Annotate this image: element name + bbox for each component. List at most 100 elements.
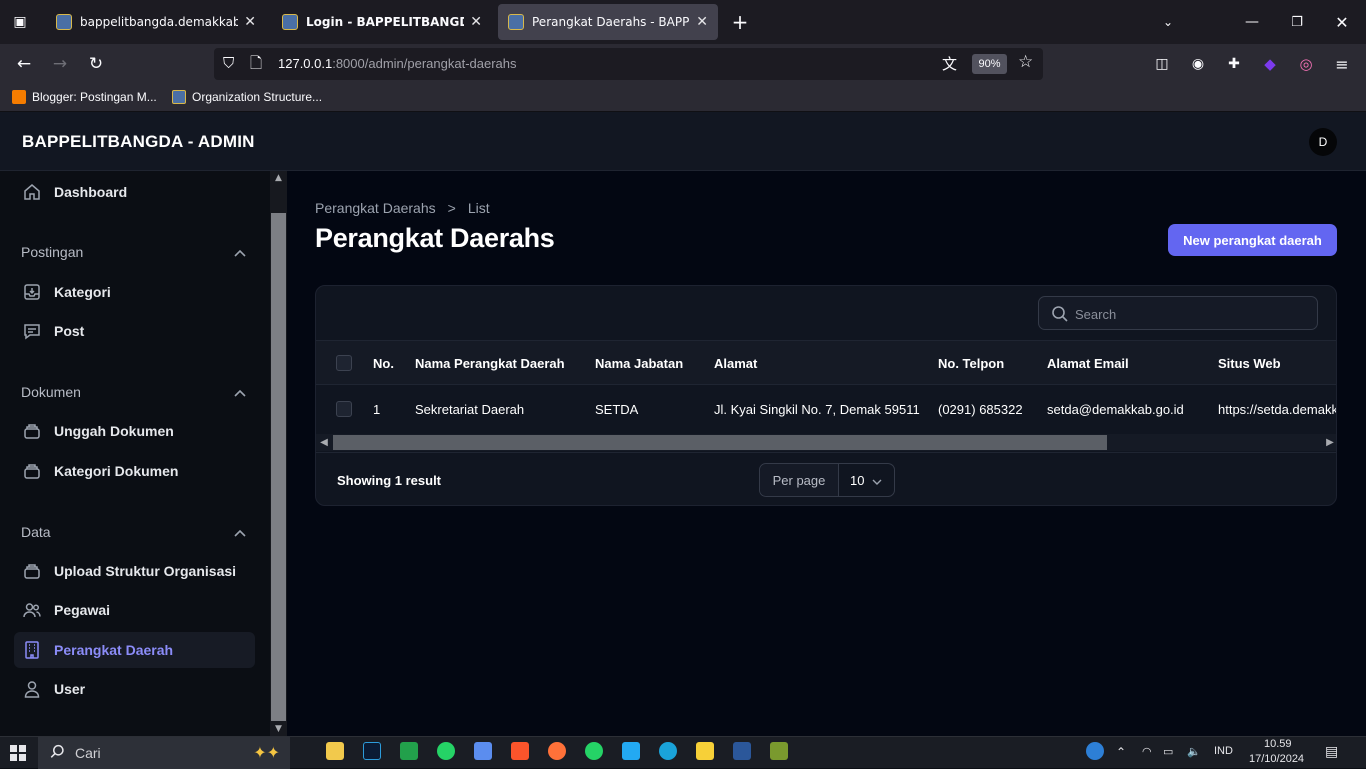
column-header-situs-web[interactable]: Situs Web [1218, 356, 1281, 371]
vscode-icon[interactable] [622, 742, 640, 760]
notifications-icon[interactable]: ▤ [1325, 743, 1338, 760]
translate-icon[interactable]: 文 [942, 53, 957, 74]
close-tab-icon[interactable]: ✕ [244, 14, 256, 30]
sidebar-scrollbar[interactable]: ▲ ▼ [270, 171, 287, 736]
scroll-down-arrow-icon[interactable]: ▼ [270, 722, 287, 736]
firefox-icon[interactable] [548, 742, 566, 760]
sidebar-item-kategori[interactable]: Kategori [14, 274, 255, 310]
clock-time[interactable]: 10.59 [1264, 738, 1292, 750]
extensions-icon[interactable]: ✚ [1222, 52, 1246, 76]
scroll-left-arrow-icon[interactable]: ◀ [317, 434, 331, 451]
sidebar-item-pegawai[interactable]: Pegawai [14, 592, 255, 628]
language-indicator[interactable]: IND [1214, 745, 1233, 757]
word-icon[interactable] [733, 742, 751, 760]
breadcrumb-perangkat-daerahs[interactable]: Perangkat Daerahs [315, 200, 436, 216]
tab-overview-icon[interactable]: ▣ [8, 10, 32, 34]
wifi-icon[interactable]: ◠ [1142, 745, 1152, 758]
sidebar-group-data[interactable]: Data [21, 524, 246, 540]
tab-title: Login - BAPPELITBANGDA - AI [306, 15, 464, 29]
column-header-alamat-email[interactable]: Alamat Email [1047, 356, 1129, 371]
extension-purple-icon[interactable]: ◆ [1258, 52, 1282, 76]
zoom-level-badge[interactable]: 90% [972, 54, 1007, 74]
chevron-up-icon[interactable] [234, 384, 246, 400]
copilot-icon[interactable] [474, 742, 492, 760]
taskbar-search[interactable]: Cari ✦✦ [38, 737, 290, 769]
app-brand[interactable]: BAPPELITBANGDA - ADMIN [22, 132, 255, 152]
table-horizontal-scrollbar[interactable]: ◀ ▶ [316, 434, 1336, 451]
scrollbar-thumb[interactable] [333, 435, 1107, 450]
volume-icon[interactable]: 🔈 [1187, 745, 1201, 758]
search-input[interactable] [1075, 304, 1305, 324]
edge-icon[interactable] [659, 742, 677, 760]
chevron-up-icon[interactable] [234, 524, 246, 540]
photoshop-icon[interactable] [363, 742, 381, 760]
clock-date[interactable]: 17/10/2024 [1249, 753, 1304, 765]
url-bar[interactable]: ⛉ 🗋 127.0.0.1:8000/admin/perangkat-daera… [214, 48, 1043, 80]
shield-icon[interactable]: ⛉ [223, 54, 234, 72]
select-all-checkbox[interactable] [336, 355, 352, 371]
sidebar-item-user[interactable]: User [14, 671, 255, 707]
column-header-nama-perangkat[interactable]: Nama Perangkat Daerah [415, 356, 565, 371]
bookmark-org-structure[interactable]: Organization Structure... [172, 90, 322, 104]
file-explorer-icon[interactable] [326, 742, 344, 760]
url-text[interactable]: 127.0.0.1:8000/admin/perangkat-daerahs [278, 56, 517, 71]
chevron-up-icon[interactable] [234, 244, 246, 260]
sidebar-item-dashboard[interactable]: Dashboard [14, 174, 255, 210]
pocket-icon[interactable]: ◫ [1150, 52, 1174, 76]
windows-start-icon[interactable] [10, 745, 26, 765]
sidebar-item-perangkat-daerah[interactable]: Perangkat Daerah [14, 632, 255, 668]
close-window-icon[interactable]: ✕ [1330, 10, 1354, 34]
cell-alamat: Jl. Kyai Singkil No. 7, Demak 59511 [714, 402, 920, 417]
forward-arrow-icon[interactable]: → [48, 52, 72, 76]
browser-tab-3[interactable]: Perangkat Daerahs - BAPPELITB ✕ [498, 4, 718, 40]
sidebar-item-kategori-dokumen[interactable]: Kategori Dokumen [14, 453, 255, 489]
minimize-window-icon[interactable]: — [1240, 10, 1264, 34]
column-header-alamat[interactable]: Alamat [714, 356, 757, 371]
page-info-icon[interactable]: 🗋 [250, 53, 262, 78]
column-header-no[interactable]: No. [373, 356, 394, 371]
row-checkbox[interactable] [336, 401, 352, 417]
whatsapp-icon[interactable] [585, 742, 603, 760]
sidebar-group-postingan[interactable]: Postingan [21, 244, 246, 260]
brave-browser-icon[interactable] [511, 742, 529, 760]
scrollbar-thumb[interactable] [271, 213, 286, 721]
app-green-icon[interactable] [400, 742, 418, 760]
sticky-notes-icon[interactable] [696, 742, 714, 760]
user-avatar[interactable]: D [1309, 128, 1337, 156]
new-perangkat-daerah-button[interactable]: New perangkat daerah [1168, 224, 1337, 256]
extension-color-icon[interactable]: ◎ [1294, 52, 1318, 76]
column-header-no-telpon[interactable]: No. Telpon [938, 356, 1004, 371]
lambda-app-icon[interactable] [770, 742, 788, 760]
menu-hamburger-icon[interactable]: ≡ [1330, 52, 1354, 76]
whatsapp-business-icon[interactable] [437, 742, 455, 760]
browser-tab-1[interactable]: bappelitbangda.demakkab ✕ [46, 4, 266, 40]
app-header: BAPPELITBANGDA - ADMIN D [0, 112, 1366, 171]
close-tab-icon[interactable]: ✕ [470, 14, 482, 30]
scroll-up-arrow-icon[interactable]: ▲ [270, 171, 287, 185]
help-icon[interactable] [1086, 742, 1104, 760]
user-icon [22, 679, 42, 699]
chat-bubble-icon [22, 321, 42, 341]
per-page-value[interactable]: 10 [839, 464, 894, 496]
close-tab-icon[interactable]: ✕ [696, 14, 708, 30]
sidebar-item-unggah-dokumen[interactable]: Unggah Dokumen [14, 413, 255, 449]
browser-tab-bar: ▣ bappelitbangda.demakkab ✕ Login - BAPP… [0, 0, 1366, 44]
per-page-select[interactable]: Per page 10 [759, 463, 895, 497]
battery-icon[interactable]: ▭ [1163, 745, 1173, 758]
back-arrow-icon[interactable]: ← [12, 52, 36, 76]
sidebar-group-dokumen[interactable]: Dokumen [21, 384, 246, 400]
new-tab-button[interactable]: + [728, 10, 752, 34]
account-icon[interactable]: ◉ [1186, 52, 1210, 76]
tray-chevron-up-icon[interactable]: ⌃ [1116, 745, 1126, 759]
restore-window-icon[interactable]: ❐ [1285, 10, 1309, 34]
sidebar-item-upload-struktur[interactable]: Upload Struktur Organisasi [14, 553, 255, 589]
sidebar-item-post[interactable]: Post [14, 313, 255, 349]
cell-nama-jabatan: SETDA [595, 402, 639, 417]
bookmark-blogger[interactable]: Blogger: Postingan M... [12, 90, 157, 104]
scroll-right-arrow-icon[interactable]: ▶ [1323, 434, 1336, 451]
tab-list-chevron-icon[interactable]: ⌄ [1156, 10, 1180, 34]
bookmark-star-icon[interactable]: ☆ [1018, 52, 1033, 72]
reload-icon[interactable]: ↻ [84, 52, 108, 76]
browser-tab-2[interactable]: Login - BAPPELITBANGDA - AI ✕ [272, 4, 492, 40]
column-header-nama-jabatan[interactable]: Nama Jabatan [595, 356, 683, 371]
